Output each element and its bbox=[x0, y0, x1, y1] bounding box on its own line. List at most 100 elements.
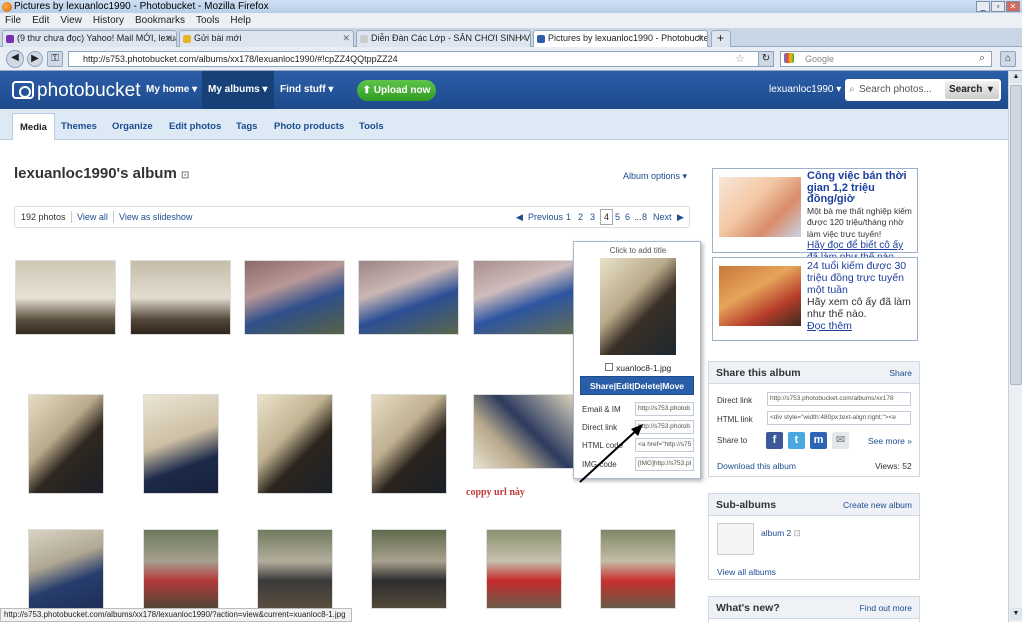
facebook-icon[interactable]: f bbox=[766, 432, 783, 449]
ad-image[interactable] bbox=[719, 266, 801, 326]
subnav-themes[interactable]: Themes bbox=[54, 113, 104, 140]
search-icon[interactable]: ⌕ bbox=[979, 52, 985, 65]
ad-banner-2[interactable]: 24 tuổi kiếm được 30 triệu đồng trực tuy… bbox=[712, 257, 918, 341]
photo-thumbnail[interactable] bbox=[143, 394, 219, 494]
photo-thumbnail[interactable] bbox=[257, 394, 333, 494]
new-tab-button[interactable]: + bbox=[711, 30, 731, 47]
email-icon[interactable]: ✉ bbox=[832, 432, 849, 449]
close-tab-icon[interactable]: ✕ bbox=[165, 31, 173, 46]
vertical-scrollbar[interactable]: ▲ ▼ bbox=[1008, 71, 1022, 622]
user-menu[interactable]: lexuanloc1990 ▾ bbox=[769, 84, 841, 95]
see-more-link[interactable]: See more » bbox=[868, 436, 912, 446]
next-link[interactable]: Next bbox=[653, 207, 672, 227]
photo-thumbnail[interactable] bbox=[244, 260, 345, 335]
share-direct-field[interactable]: http://s753.photobucket.com/albums/xx178 bbox=[767, 392, 911, 406]
ad-banner-1[interactable]: Công việc bán thời gian 1,2 triệu đồng/g… bbox=[712, 168, 918, 263]
home-icon[interactable]: ⌂ bbox=[1000, 51, 1016, 67]
bookmark-star-icon[interactable]: ☆ bbox=[735, 52, 745, 65]
subnav-organize[interactable]: Organize bbox=[105, 113, 160, 140]
menu-tools[interactable]: Tools bbox=[196, 13, 219, 28]
menu-edit[interactable]: Edit bbox=[32, 13, 49, 28]
menu-bookmarks[interactable]: Bookmarks bbox=[135, 13, 185, 28]
find-out-more-link[interactable]: Find out more bbox=[860, 603, 912, 613]
twitter-icon[interactable]: t bbox=[788, 432, 805, 449]
myspace-icon[interactable]: m bbox=[810, 432, 827, 449]
nav-my-albums[interactable]: My albums ▾ bbox=[202, 71, 274, 109]
photo-thumbnail[interactable] bbox=[28, 529, 104, 609]
select-checkbox[interactable] bbox=[605, 363, 613, 371]
close-tab-icon[interactable]: ✕ bbox=[696, 31, 704, 46]
previous-arrow-icon[interactable]: ◀ bbox=[516, 207, 523, 227]
page-3[interactable]: 3 bbox=[590, 207, 595, 227]
previous-link[interactable]: Previous bbox=[528, 207, 563, 227]
scroll-up-icon[interactable]: ▲ bbox=[1010, 71, 1022, 83]
upload-now-button[interactable]: ⬆ Upload now bbox=[357, 80, 436, 101]
scroll-down-icon[interactable]: ▼ bbox=[1010, 608, 1022, 620]
view-all-link[interactable]: View all bbox=[77, 207, 108, 227]
page-5[interactable]: 5 bbox=[615, 207, 620, 227]
nav-my-home[interactable]: My home ▾ bbox=[140, 71, 203, 109]
reload-icon[interactable]: ↻ bbox=[758, 51, 774, 67]
email-im-field[interactable]: http://s753.photob bbox=[635, 402, 694, 416]
popover-photo[interactable] bbox=[600, 258, 676, 355]
photo-thumbnail[interactable] bbox=[600, 529, 676, 609]
photo-thumbnail[interactable] bbox=[15, 260, 116, 335]
album-options-button[interactable]: Album options ▾ bbox=[623, 171, 687, 182]
ad-image[interactable] bbox=[719, 177, 801, 237]
photo-thumbnail[interactable] bbox=[143, 529, 219, 609]
photo-thumbnail[interactable] bbox=[130, 260, 231, 335]
menu-history[interactable]: History bbox=[93, 13, 124, 28]
ad-title[interactable]: 24 tuổi kiếm được 30 triệu đồng trực tuy… bbox=[807, 260, 906, 296]
minimize-button[interactable]: _ bbox=[976, 1, 990, 12]
menu-file[interactable]: File bbox=[5, 13, 21, 28]
subnav-tools[interactable]: Tools bbox=[352, 113, 391, 140]
site-search[interactable]: ⌕ Search photos... Search ▾ bbox=[845, 79, 1001, 101]
photo-thumbnail[interactable] bbox=[473, 260, 574, 335]
google-icon[interactable] bbox=[784, 53, 794, 63]
close-tab-icon[interactable]: ✕ bbox=[519, 31, 527, 46]
menu-help[interactable]: Help bbox=[230, 13, 251, 28]
back-button[interactable]: ◀ bbox=[6, 50, 24, 68]
photo-thumbnail[interactable] bbox=[28, 394, 104, 494]
create-album-link[interactable]: Create new album bbox=[843, 500, 912, 510]
slideshow-link[interactable]: View as slideshow bbox=[119, 207, 192, 227]
maximize-button[interactable]: ▫ bbox=[991, 1, 1005, 12]
ad-link[interactable]: Đọc thêm bbox=[807, 320, 852, 332]
photo-thumbnail[interactable] bbox=[486, 529, 562, 609]
page-2[interactable]: 2 bbox=[578, 207, 583, 227]
share-html-field[interactable]: <div style="width:480px;text-align:right… bbox=[767, 411, 911, 425]
forward-button[interactable]: ▶ bbox=[27, 51, 43, 67]
google-search-input[interactable]: Google bbox=[780, 51, 992, 67]
photo-thumbnail[interactable] bbox=[473, 394, 574, 469]
sub-album-link[interactable]: album 2 ⊡ bbox=[761, 528, 801, 539]
subnav-media[interactable]: Media bbox=[12, 113, 55, 140]
close-button[interactable]: ✕ bbox=[1006, 1, 1020, 12]
next-arrow-icon[interactable]: ▶ bbox=[677, 207, 684, 227]
view-all-albums-link[interactable]: View all albums bbox=[717, 567, 776, 577]
photo-thumbnail[interactable] bbox=[371, 394, 447, 494]
page-8[interactable]: 8 bbox=[642, 207, 647, 227]
photobucket-logo[interactable]: photobucket bbox=[12, 80, 141, 102]
subnav-edit-photos[interactable]: Edit photos bbox=[162, 113, 228, 140]
album-folder-icon[interactable] bbox=[717, 523, 754, 555]
tab-gui-bai[interactable]: Gửi bài mới ✕ bbox=[179, 30, 354, 47]
url-input[interactable]: http://s753.photobucket.com/albums/xx178… bbox=[68, 51, 774, 67]
site-search-input[interactable]: Search photos... bbox=[859, 79, 932, 101]
menu-view[interactable]: View bbox=[60, 13, 82, 28]
tab-photobucket[interactable]: Pictures by lexuanloc1990 - Photobucket ✕ bbox=[533, 30, 708, 47]
photo-thumbnail[interactable] bbox=[257, 529, 333, 609]
share-edit-delete-move-bar[interactable]: Share|Edit|Delete|Move bbox=[580, 376, 694, 395]
scroll-thumb[interactable] bbox=[1010, 85, 1022, 385]
subnav-photo-products[interactable]: Photo products bbox=[267, 113, 351, 140]
photo-thumbnail[interactable] bbox=[371, 529, 447, 609]
page-6[interactable]: 6 bbox=[625, 207, 630, 227]
ad-title[interactable]: Công việc bán thời gian 1,2 triệu đồng/g… bbox=[807, 170, 907, 205]
identity-icon[interactable]: ⚿ bbox=[47, 51, 63, 67]
site-search-button[interactable]: Search ▾ bbox=[945, 81, 999, 99]
nav-find-stuff[interactable]: Find stuff ▾ bbox=[274, 71, 339, 109]
photo-thumbnail[interactable] bbox=[358, 260, 459, 335]
tab-yahoo-mail[interactable]: (9 thư chưa đọc) Yahoo! Mail MỚI, lexua.… bbox=[2, 30, 177, 47]
page-1[interactable]: 1 bbox=[566, 207, 571, 227]
share-link[interactable]: Share bbox=[889, 368, 912, 378]
close-tab-icon[interactable]: ✕ bbox=[342, 31, 350, 46]
